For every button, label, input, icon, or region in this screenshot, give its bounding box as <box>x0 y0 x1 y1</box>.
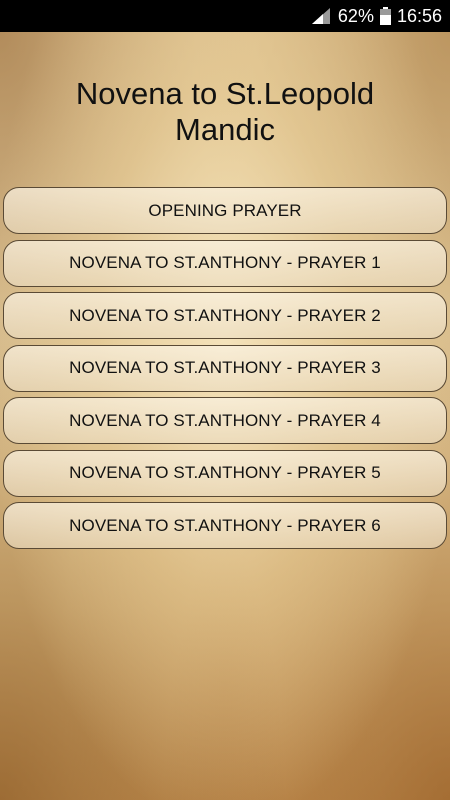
clock: 16:56 <box>396 5 442 26</box>
prayer-1-button[interactable]: NOVENA TO ST.ANTHONY - PRAYER 1 <box>3 239 447 287</box>
battery-icon <box>379 7 391 25</box>
signal-icon <box>311 8 330 24</box>
page-title-line-1: Novena to St.Leopold <box>75 76 375 111</box>
prayer-2-button[interactable]: NOVENA TO ST.ANTHONY - PRAYER 2 <box>3 292 447 339</box>
status-bar: 62% 16:56 <box>0 0 450 32</box>
app-background: Novena to St.Leopold Mandic OPENING PRAY… <box>0 32 450 800</box>
page-title: Novena to St.Leopold Mandic <box>0 76 450 148</box>
prayer-6-button[interactable]: NOVENA TO ST.ANTHONY - PRAYER 6 <box>3 502 447 549</box>
battery-percent: 62% <box>337 5 374 26</box>
page-title-line-2: Mandic <box>175 112 275 147</box>
prayer-menu-list: OPENING PRAYER NOVENA TO ST.ANTHONY - PR… <box>3 187 447 555</box>
prayer-3-button[interactable]: NOVENA TO ST.ANTHONY - PRAYER 3 <box>3 344 447 392</box>
opening-prayer-button[interactable]: OPENING PRAYER <box>3 187 447 234</box>
prayer-4-button[interactable]: NOVENA TO ST.ANTHONY - PRAYER 4 <box>3 397 447 444</box>
prayer-5-button[interactable]: NOVENA TO ST.ANTHONY - PRAYER 5 <box>3 449 447 497</box>
